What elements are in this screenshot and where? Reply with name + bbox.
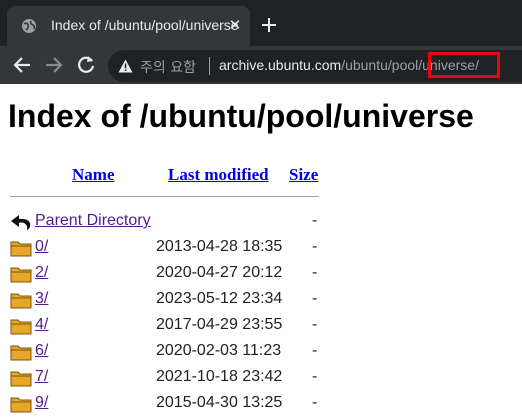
folder-icon — [10, 345, 32, 361]
entry-link[interactable]: 2/ — [35, 264, 48, 282]
column-header-modified[interactable]: Last modified — [168, 165, 269, 185]
list-item: 3/ 2023-05-12 23:34 - — [10, 287, 330, 313]
size-value: - — [312, 394, 318, 411]
highlight-annotation — [428, 52, 500, 78]
tab-title: Index of /ubuntu/pool/universe — [51, 17, 239, 33]
size-value: - — [312, 368, 318, 385]
entry-link[interactable]: 3/ — [35, 290, 48, 308]
list-item: 2/ 2020-04-27 20:12 - — [10, 261, 330, 287]
entry-link[interactable]: 9/ — [35, 394, 48, 412]
arrow-right-icon[interactable] — [42, 53, 66, 77]
globe-icon — [22, 19, 36, 33]
modified-value: 2023-05-12 23:34 — [156, 290, 283, 307]
security-status[interactable]: 주의 요함 — [140, 57, 196, 77]
modified-value: 2013-04-28 18:35 — [156, 238, 283, 255]
list-item-parent: Parent Directory - — [10, 209, 330, 235]
folder-icon — [10, 319, 32, 335]
list-item: 9/ 2015-04-30 13:25 - — [10, 391, 330, 417]
divider — [209, 57, 210, 75]
browser-tab[interactable]: Index of /ubuntu/pool/universe ✕ — [7, 6, 250, 46]
modified-value: 2020-02-03 11:23 — [156, 342, 282, 359]
folder-icon — [10, 241, 32, 257]
reload-icon[interactable] — [74, 53, 98, 77]
tab-strip: Index of /ubuntu/pool/universe ✕ — [0, 0, 522, 46]
close-icon[interactable]: ✕ — [225, 15, 245, 35]
folder-icon — [10, 293, 32, 309]
entry-link[interactable]: 6/ — [35, 342, 48, 360]
entry-link[interactable]: 0/ — [35, 238, 48, 256]
size-value: - — [312, 212, 318, 229]
parent-directory-link[interactable]: Parent Directory — [35, 212, 151, 230]
size-value: - — [312, 290, 318, 307]
list-item: 0/ 2013-04-28 18:35 - — [10, 235, 330, 261]
folder-icon — [10, 267, 32, 283]
size-value: - — [312, 342, 318, 359]
folder-icon — [10, 397, 32, 413]
folder-icon — [10, 371, 32, 387]
back-arrow-icon — [11, 215, 31, 230]
size-value: - — [312, 316, 318, 333]
column-header-size[interactable]: Size — [289, 165, 318, 185]
modified-value: 2015-04-30 13:25 — [156, 394, 283, 411]
page-title: Index of /ubuntu/pool/universe — [8, 98, 474, 134]
warning-icon[interactable] — [118, 59, 133, 73]
column-header-name[interactable]: Name — [72, 165, 114, 185]
list-item: 6/ 2020-02-03 11:23 - — [10, 339, 330, 365]
modified-value: 2020-04-27 20:12 — [156, 264, 283, 281]
new-tab-icon[interactable] — [258, 14, 280, 36]
url-host: archive.ubuntu.com — [219, 57, 342, 73]
size-value: - — [312, 264, 318, 281]
divider — [10, 196, 319, 197]
arrow-left-icon[interactable] — [10, 53, 34, 77]
modified-value: 2017-04-29 23:55 — [156, 316, 283, 333]
entry-link[interactable]: 7/ — [35, 368, 48, 386]
modified-value: 2021-10-18 23:42 — [156, 368, 283, 385]
list-item: 7/ 2021-10-18 23:42 - — [10, 365, 330, 391]
list-item: 4/ 2017-04-29 23:55 - — [10, 313, 330, 339]
entry-link[interactable]: 4/ — [35, 316, 48, 334]
size-value: - — [312, 238, 318, 255]
